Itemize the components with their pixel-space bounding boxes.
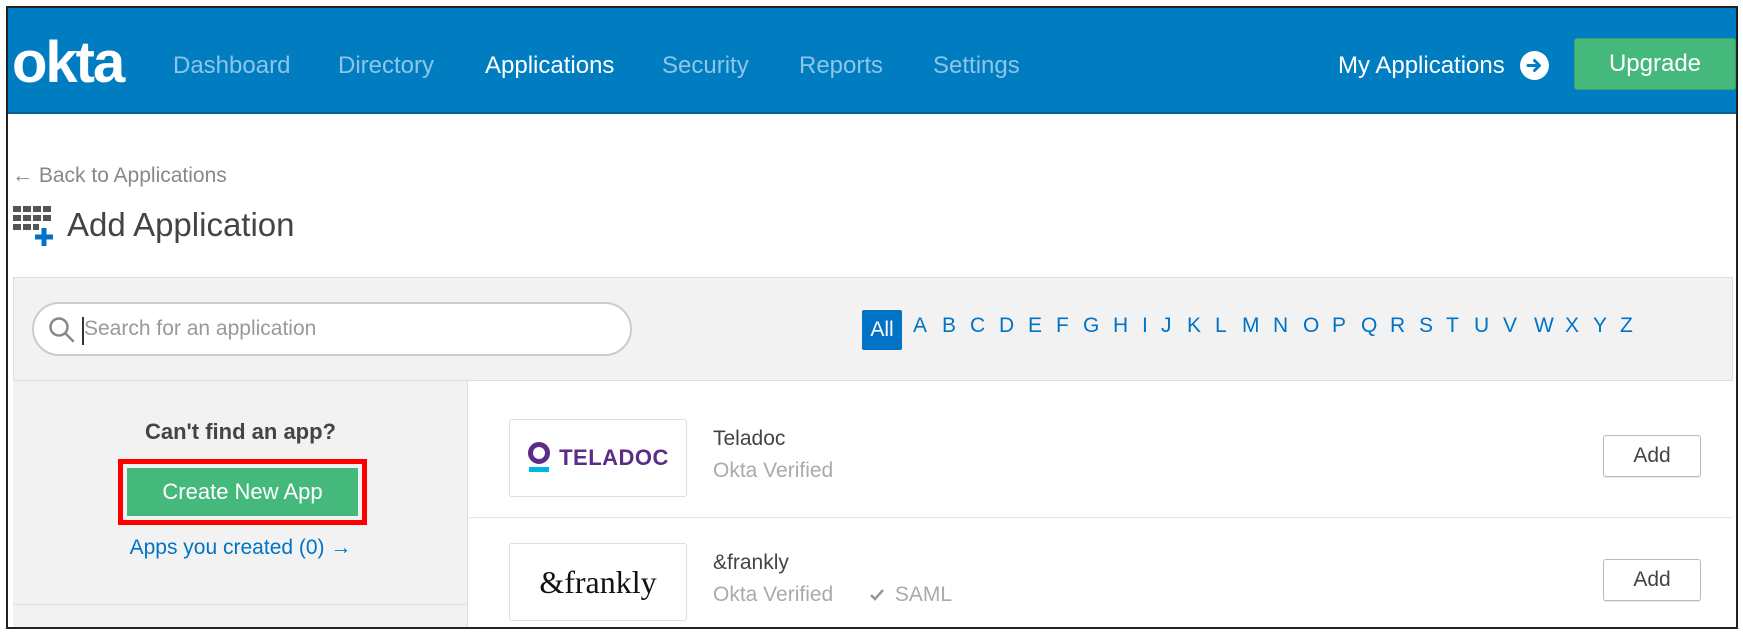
add-application-icon: [13, 206, 57, 250]
filter-letter[interactable]: Q: [1361, 314, 1377, 338]
search-panel: All A B C D E F G H I J K L M N O P Q R …: [13, 277, 1733, 381]
teladoc-logo-mark: TELADOC: [527, 442, 669, 474]
back-to-applications-link[interactable]: ← Back to Applications: [12, 164, 227, 188]
divider: [13, 604, 468, 605]
filter-letter[interactable]: V: [1503, 314, 1517, 338]
search-icon: [48, 316, 76, 344]
app-name: &frankly: [713, 551, 789, 574]
checkmark-icon: [869, 583, 895, 606]
filter-letter[interactable]: Z: [1620, 314, 1633, 338]
filter-letter[interactable]: O: [1303, 314, 1319, 338]
filter-letter[interactable]: F: [1056, 314, 1069, 338]
nav-dashboard[interactable]: Dashboard: [173, 52, 290, 80]
nav-applications[interactable]: Applications: [485, 52, 614, 80]
create-app-sidebar: Can't find an app? Create New App Apps y…: [13, 381, 468, 627]
okta-logo[interactable]: okta: [12, 34, 125, 92]
filter-letter[interactable]: E: [1028, 314, 1042, 338]
okta-verified-label: Okta Verified: [713, 459, 834, 482]
filter-letter[interactable]: R: [1390, 314, 1405, 338]
filter-letter[interactable]: K: [1187, 314, 1201, 338]
nav-settings[interactable]: Settings: [933, 52, 1020, 80]
search-input[interactable]: [84, 312, 604, 346]
filter-letter[interactable]: U: [1474, 314, 1489, 338]
highlight-box: Create New App: [118, 459, 367, 525]
filter-letter[interactable]: G: [1083, 314, 1099, 338]
top-nav-bar: okta Dashboard Directory Applications Se…: [8, 8, 1736, 114]
filter-letter[interactable]: C: [970, 314, 985, 338]
teladoc-logo-text: TELADOC: [559, 445, 669, 470]
teladoc-logo: TELADOC: [509, 419, 687, 497]
filter-all[interactable]: All: [862, 310, 902, 350]
filter-letter[interactable]: A: [913, 314, 927, 338]
filter-letter[interactable]: P: [1332, 314, 1346, 338]
app-name: Teladoc: [713, 427, 786, 450]
apps-you-created-link[interactable]: Apps you created (0) →: [13, 536, 468, 560]
filter-letter[interactable]: T: [1446, 314, 1459, 338]
my-applications-link[interactable]: My Applications: [1338, 52, 1505, 80]
filter-letter[interactable]: S: [1419, 314, 1433, 338]
filter-letter[interactable]: N: [1273, 314, 1288, 338]
nav-directory[interactable]: Directory: [338, 52, 434, 80]
filter-letter[interactable]: I: [1142, 314, 1148, 338]
page-title: Add Application: [67, 206, 295, 243]
add-teladoc-button[interactable]: Add: [1603, 435, 1701, 477]
app-list: TELADOC Teladoc Okta Verified Add &frank…: [469, 381, 1733, 627]
okta-verified-label: Okta Verified: [713, 583, 834, 606]
upgrade-button[interactable]: Upgrade: [1574, 38, 1736, 90]
frankly-logo-text: &frankly: [539, 563, 657, 600]
filter-letter[interactable]: W: [1534, 314, 1554, 338]
filter-letter[interactable]: X: [1565, 314, 1579, 338]
saml-label: SAML: [894, 583, 953, 606]
nav-reports[interactable]: Reports: [799, 52, 883, 80]
cant-find-app-prompt: Can't find an app?: [145, 419, 336, 444]
filter-letter[interactable]: D: [999, 314, 1014, 338]
add-frankly-button[interactable]: Add: [1603, 559, 1701, 601]
create-new-app-button[interactable]: Create New App: [127, 468, 358, 516]
filter-letter[interactable]: J: [1161, 314, 1172, 338]
app-window: okta Dashboard Directory Applications Se…: [6, 6, 1738, 629]
app-row-teladoc: TELADOC Teladoc Okta Verified Add: [469, 381, 1733, 518]
saml-badge: SAML: [869, 583, 952, 607]
app-row-frankly: &frankly &frankly Okta Verified SAML Add: [469, 505, 1733, 627]
search-box[interactable]: [32, 302, 632, 356]
arrow-right-circle-icon[interactable]: [1520, 51, 1549, 80]
filter-letter[interactable]: H: [1113, 314, 1128, 338]
filter-letter[interactable]: B: [942, 314, 956, 338]
filter-letter[interactable]: M: [1242, 314, 1260, 338]
nav-security[interactable]: Security: [662, 52, 749, 80]
filter-letter[interactable]: L: [1215, 314, 1227, 338]
filter-letter[interactable]: Y: [1593, 314, 1607, 338]
frankly-logo: &frankly: [509, 543, 687, 621]
